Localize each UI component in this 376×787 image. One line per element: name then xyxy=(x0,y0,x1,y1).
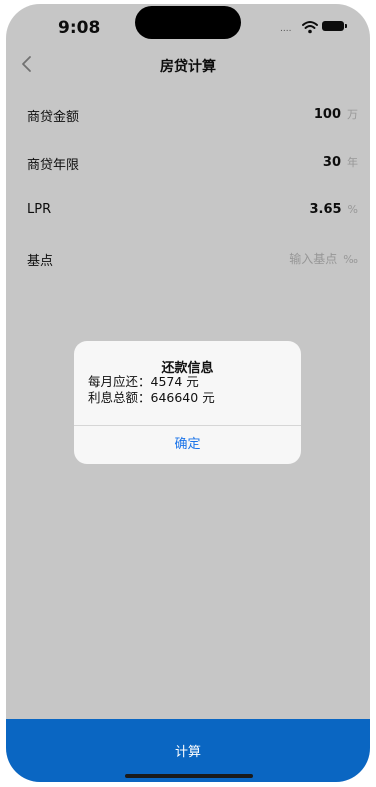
monthly-payment-text: 每月应还：4574 元 xyxy=(88,374,199,389)
total-interest-text: 利息总额：646640 元 xyxy=(88,390,215,405)
confirm-button[interactable]: 确定 xyxy=(74,426,301,464)
alert-message: 每月应还：4574 元 利息总额：646640 元 xyxy=(88,374,215,406)
home-indicator xyxy=(125,774,253,778)
calculate-button[interactable]: 计算 xyxy=(6,719,370,782)
repayment-alert: 还款信息 每月应还：4574 元 利息总额：646640 元 确定 xyxy=(74,341,301,464)
phone-screen: 9:08 .... 房贷计算 商贷金额 100 万 商贷年限 30 年 LPR … xyxy=(6,4,370,782)
calculate-button-label: 计算 xyxy=(174,745,201,760)
